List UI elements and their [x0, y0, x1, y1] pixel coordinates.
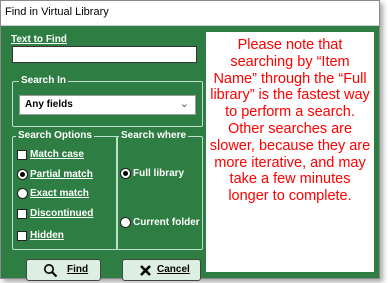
magnifier-icon [44, 264, 58, 278]
match-case-checkbox[interactable] [17, 150, 27, 160]
radio-selected-dot [123, 171, 128, 176]
find-dialog: Find in Virtual Library Text to Find Sea… [0, 0, 380, 281]
search-in-dropdown[interactable]: Any fields ⌄ [19, 95, 196, 115]
full-library-label[interactable]: Full library [133, 168, 184, 179]
search-where-group: Search where [116, 130, 203, 250]
x-icon [140, 265, 151, 276]
partial-match-radio[interactable] [17, 169, 28, 180]
chevron-down-icon: ⌄ [179, 98, 189, 110]
search-in-value: Any fields [25, 99, 73, 110]
cancel-button-label: Cancel [157, 264, 190, 275]
search-where-legend: Search where [119, 130, 189, 141]
dialog-title: Find in Virtual Library [5, 6, 109, 18]
info-note: Please note that searching by “Item Name… [206, 32, 374, 272]
current-folder-radio[interactable] [120, 217, 131, 228]
match-case-label[interactable]: Match case [30, 149, 84, 160]
search-in-legend: Search In [19, 75, 69, 86]
current-folder-label[interactable]: Current folder [133, 217, 200, 228]
partial-match-label[interactable]: Partial match [30, 169, 93, 180]
text-to-find-label: Text to Find [11, 34, 67, 45]
info-note-text: Please note that searching by “Item Name… [209, 37, 371, 205]
discontinued-checkbox[interactable] [17, 209, 27, 219]
exact-match-label[interactable]: Exact match [30, 188, 89, 199]
hidden-checkbox[interactable] [17, 231, 27, 241]
hidden-label[interactable]: Hidden [30, 230, 64, 241]
discontinued-label[interactable]: Discontinued [30, 208, 93, 219]
find-button-label: Find [67, 264, 89, 275]
title-bar[interactable]: Find in Virtual Library [1, 1, 379, 26]
full-library-radio[interactable] [120, 168, 131, 179]
exact-match-radio[interactable] [17, 188, 28, 199]
radio-selected-dot [20, 172, 25, 177]
search-options-legend: Search Options [16, 130, 94, 141]
cancel-button[interactable]: Cancel [122, 259, 201, 281]
text-to-find-input[interactable] [12, 46, 197, 63]
find-button[interactable]: Find [26, 259, 101, 281]
